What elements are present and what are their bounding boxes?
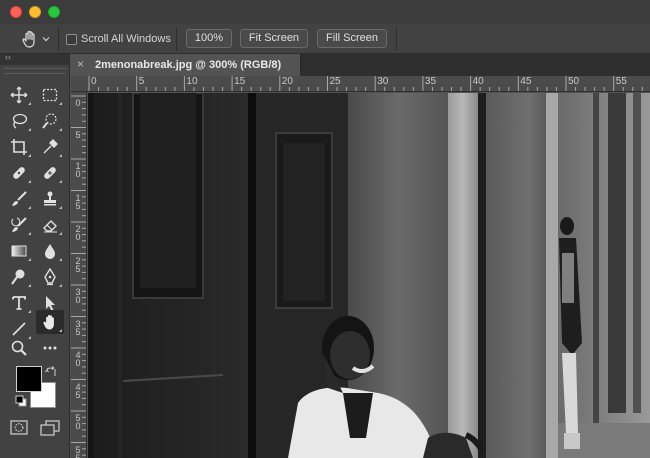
more-tools-icon xyxy=(43,346,57,350)
gradient-tool[interactable] xyxy=(5,239,33,263)
vertical-ruler-ticks xyxy=(71,95,86,456)
horizontal-ruler-ticks xyxy=(88,76,643,91)
document-tab[interactable]: × 2menonabreak.jpg @ 300% (RGB/8) xyxy=(71,54,301,76)
ruler-label: 30 xyxy=(75,287,81,305)
crop-tool[interactable] xyxy=(5,135,33,159)
scroll-all-windows-checkbox[interactable]: Scroll All Windows xyxy=(66,32,171,46)
tools-panel-header: ‹‹ xyxy=(0,52,69,65)
ruler-label: 25 xyxy=(329,76,341,87)
screen-mode-icon[interactable] xyxy=(40,420,60,436)
healing-tool[interactable] xyxy=(36,161,64,185)
eyedropper-icon xyxy=(43,139,58,154)
zoom-100-button[interactable]: 100% xyxy=(186,29,232,48)
quick-selection-icon xyxy=(42,113,57,129)
ruler-label: 15 xyxy=(234,76,246,87)
hand-icon[interactable] xyxy=(20,29,40,49)
gradient-icon xyxy=(11,245,27,257)
type-tool[interactable] xyxy=(5,291,33,315)
ruler-label: 5 xyxy=(138,76,145,87)
ruler-label: 20 xyxy=(75,224,81,242)
dodge-icon xyxy=(11,269,25,285)
default-colors-icon[interactable] xyxy=(15,395,27,407)
checkbox-box[interactable] xyxy=(66,33,77,45)
pen-icon xyxy=(44,268,56,286)
tools-panel: ‹‹ xyxy=(0,52,70,458)
blur-icon xyxy=(45,244,55,259)
spot-healing-tool[interactable] xyxy=(5,161,33,185)
options-bar: Scroll All Windows 100% Fit Screen Fill … xyxy=(0,24,650,54)
eraser-icon xyxy=(43,220,57,233)
zoom-tool[interactable] xyxy=(5,336,33,360)
lasso-icon xyxy=(12,113,28,129)
title-bar xyxy=(0,0,650,24)
move-tool[interactable] xyxy=(5,83,33,107)
ruler-label: 55 xyxy=(615,76,627,87)
ruler-label: 40 xyxy=(75,350,81,368)
quick-selection-tool[interactable] xyxy=(36,109,64,133)
ruler-label: 10 xyxy=(186,76,198,87)
ruler-label: 20 xyxy=(281,76,293,87)
ruler-label: 15 xyxy=(75,192,81,211)
window-close-button[interactable] xyxy=(10,6,22,18)
more-tools-button[interactable] xyxy=(36,336,64,360)
spot-healing-brush-icon xyxy=(13,167,25,179)
swap-colors-icon[interactable] xyxy=(45,366,57,378)
ruler-label: 30 xyxy=(377,76,389,87)
quick-mask-icon[interactable] xyxy=(10,420,28,436)
panel-grip[interactable] xyxy=(4,68,66,74)
separator xyxy=(58,27,59,51)
document-tab-title: 2menonabreak.jpg @ 300% (RGB/8) xyxy=(95,59,282,71)
blur-tool[interactable] xyxy=(36,239,64,263)
type-icon xyxy=(12,296,26,310)
dodge-tool[interactable] xyxy=(5,265,33,289)
brush-icon xyxy=(12,191,27,206)
lasso-tool[interactable] xyxy=(5,109,33,133)
ruler-label: 0 xyxy=(75,98,81,108)
close-tab-icon[interactable]: × xyxy=(77,57,84,71)
history-brush-icon xyxy=(11,217,27,232)
ruler-label: 45 xyxy=(520,76,532,87)
collapse-panel-icon[interactable]: ‹‹ xyxy=(5,52,11,62)
ruler-label: 10 xyxy=(75,161,81,179)
ruler-label: 45 xyxy=(75,381,81,400)
hand-tool[interactable] xyxy=(36,310,64,334)
window-zoom-button[interactable] xyxy=(48,6,60,18)
clone-stamp-icon xyxy=(44,191,56,206)
fill-screen-button[interactable]: Fill Screen xyxy=(317,29,387,48)
horizontal-ruler[interactable]: 0 5 10 15 20 25 30 35 40 45 50 55 xyxy=(71,76,650,92)
ruler-label: 35 xyxy=(424,76,437,87)
move-icon xyxy=(10,86,28,104)
separator xyxy=(396,27,397,51)
brush-tool[interactable] xyxy=(5,187,33,211)
photo-canvas[interactable] xyxy=(88,93,650,458)
window-minimize-button[interactable] xyxy=(29,6,41,18)
pen-tool[interactable] xyxy=(36,265,64,289)
scroll-all-windows-label: Scroll All Windows xyxy=(81,33,171,45)
chevron-down-icon[interactable] xyxy=(42,36,50,42)
photo-image xyxy=(88,93,650,458)
ruler-label: 50 xyxy=(75,413,81,431)
ruler-label: 0 xyxy=(91,76,97,87)
bandage-icon xyxy=(44,167,56,179)
zoom-icon xyxy=(11,340,27,356)
ruler-label: 55 xyxy=(75,444,81,458)
crop-icon xyxy=(11,139,27,155)
hand-icon xyxy=(43,314,54,330)
ruler-label: 50 xyxy=(568,76,580,87)
foreground-color-swatch[interactable] xyxy=(16,366,42,392)
ruler-label: 35 xyxy=(75,318,81,337)
clone-stamp-tool[interactable] xyxy=(36,187,64,211)
history-brush-tool[interactable] xyxy=(5,213,33,237)
eraser-tool[interactable] xyxy=(36,213,64,237)
ruler-label: 40 xyxy=(472,76,484,87)
ruler-label: 25 xyxy=(75,255,81,274)
rectangular-marquee-icon xyxy=(42,88,58,102)
separator xyxy=(176,27,177,51)
vertical-ruler[interactable]: 0 5 10 15 20 25 30 35 40 45 50 55 xyxy=(71,92,87,458)
eyedropper-tool[interactable] xyxy=(36,135,64,159)
ruler-label: 5 xyxy=(75,129,81,140)
marquee-tool[interactable] xyxy=(36,83,64,107)
fit-screen-button[interactable]: Fit Screen xyxy=(240,29,308,48)
document-tab-bar: × 2menonabreak.jpg @ 300% (RGB/8) xyxy=(71,54,650,76)
